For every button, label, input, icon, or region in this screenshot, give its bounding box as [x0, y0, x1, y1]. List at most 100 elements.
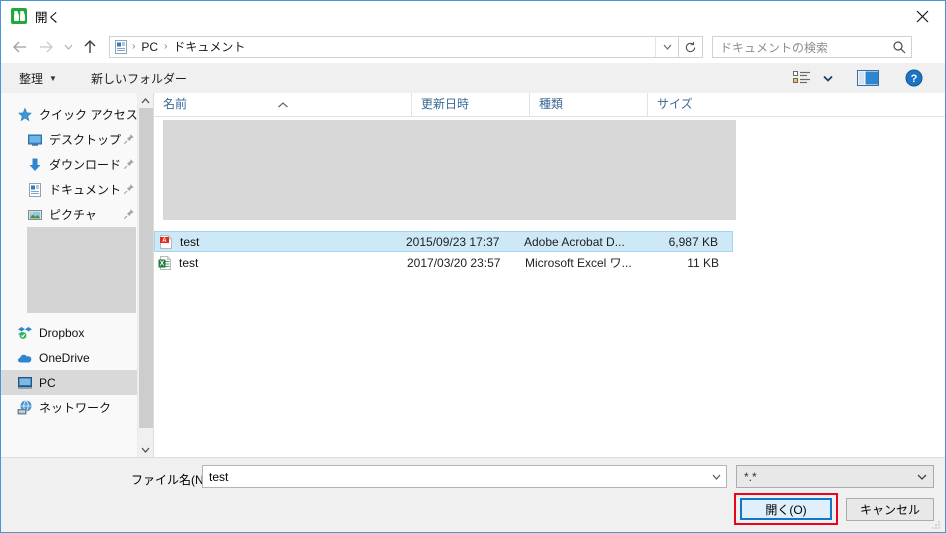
sidebar-item-quick-access[interactable]: クイック アクセス [1, 102, 153, 127]
open-file-dialog: 開く › PC › ドキュメント ドキュメントの検索 整理 ▼ 新しいフォルダー… [0, 0, 946, 533]
file-size-cell: 11 KB [687, 255, 719, 270]
breadcrumb-pc[interactable]: PC [136, 37, 163, 57]
file-name-label: ファイル名(N): [131, 473, 211, 487]
address-bar[interactable]: › PC › ドキュメント [109, 36, 679, 58]
preview-pane-button[interactable] [853, 66, 883, 90]
sidebar-label: デスクトップ [49, 133, 122, 147]
up-button[interactable] [77, 34, 103, 60]
refresh-icon [685, 41, 696, 52]
resize-grip[interactable] [931, 519, 941, 529]
sidebar-item-desktop[interactable]: デスクトップ [1, 127, 153, 152]
forward-button[interactable] [33, 34, 59, 60]
pc-icon [17, 375, 33, 391]
sidebar-label: Dropbox [39, 325, 85, 340]
search-box[interactable]: ドキュメントの検索 [712, 36, 912, 58]
sidebar-label: ネットワーク [39, 401, 112, 415]
breadcrumb-documents[interactable]: ドキュメント [168, 37, 250, 57]
file-name-value[interactable]: test [203, 470, 706, 484]
chevron-down-icon [141, 447, 150, 453]
chevron-down-icon[interactable] [911, 474, 933, 480]
file-rows: A test 2015/09/23 17:37 Adobe Acrobat D.… [154, 231, 945, 273]
pin-icon[interactable] [123, 208, 135, 220]
table-row[interactable]: X test 2017/03/20 23:57 Microsoft Excel … [154, 252, 945, 273]
help-button[interactable]: ? [899, 66, 929, 90]
chevron-up-icon [141, 97, 150, 103]
organize-label: 整理 [19, 71, 44, 86]
file-name-cell: X test [157, 255, 407, 271]
sidebar-item-pictures[interactable]: ピクチャ [1, 202, 153, 227]
sidebar-label: OneDrive [39, 350, 90, 365]
file-type-cell: Microsoft Excel ワ... [525, 256, 632, 270]
network-icon [17, 400, 33, 416]
chevron-down-icon[interactable] [706, 474, 726, 480]
file-type-cell: Adobe Acrobat D... [524, 234, 625, 249]
file-type-filter-dropdown[interactable]: *.* [736, 465, 934, 488]
file-size-cell: 6,987 KB [668, 234, 718, 249]
recent-locations-button[interactable] [59, 34, 77, 60]
scroll-up-button[interactable] [138, 93, 153, 108]
column-label: サイズ [657, 97, 693, 111]
documents-icon [27, 182, 43, 198]
column-header-type[interactable]: 種類 [530, 93, 648, 116]
redacted-region [27, 227, 136, 313]
file-name-input[interactable]: test [202, 465, 727, 488]
sidebar-item-dropbox[interactable]: Dropbox [1, 320, 153, 345]
arrow-right-icon [40, 41, 53, 53]
onedrive-icon [17, 350, 33, 366]
column-label: 名前 [163, 97, 188, 111]
close-button[interactable] [899, 1, 945, 31]
pictures-icon [27, 207, 43, 223]
column-header-name[interactable]: 名前 [154, 93, 412, 116]
file-name: test [179, 255, 199, 270]
navigation-pane: クイック アクセス デスクトップ ダウンロード ドキュメント ピクチャ Drop… [1, 93, 154, 457]
search-input[interactable]: ドキュメントの検索 [713, 39, 887, 56]
help-icon: ? [905, 69, 923, 87]
column-header-size[interactable]: サイズ [648, 93, 728, 116]
pin-icon[interactable] [123, 183, 135, 195]
view-options-button[interactable] [787, 66, 817, 90]
open-button[interactable]: 開く(O) [740, 498, 832, 520]
file-date-cell: 2015/09/23 17:37 [406, 234, 500, 249]
scrollbar-thumb[interactable] [139, 108, 153, 428]
sidebar-item-pc[interactable]: PC [1, 370, 153, 395]
file-date-cell: 2017/03/20 23:57 [407, 255, 501, 270]
file-type-filter-value: *.* [744, 469, 757, 484]
pin-icon[interactable] [123, 133, 135, 145]
organize-button[interactable]: 整理 ▼ [11, 66, 65, 91]
arrow-up-icon [84, 40, 96, 53]
search-icon[interactable] [887, 40, 911, 54]
pdf-file-icon: A [158, 234, 174, 250]
file-name-cell: A test [158, 234, 406, 250]
people-green-icon [11, 8, 27, 24]
arrow-left-icon [13, 41, 26, 53]
file-list-pane: 名前 更新日時 種類 サイズ A test 2015/09/23 17:37 A… [154, 93, 945, 457]
pin-icon[interactable] [123, 158, 135, 170]
preview-pane-icon [857, 70, 879, 86]
sidebar-scrollbar[interactable] [137, 93, 153, 457]
column-header-date[interactable]: 更新日時 [412, 93, 530, 116]
close-icon [916, 10, 928, 22]
sidebar-item-network[interactable]: ネットワーク [1, 395, 153, 420]
sidebar-item-documents[interactable]: ドキュメント [1, 177, 153, 202]
scroll-down-button[interactable] [138, 442, 153, 457]
cancel-button[interactable]: キャンセル [846, 498, 934, 521]
sidebar-label: ダウンロード [49, 158, 122, 172]
sidebar-item-onedrive[interactable]: OneDrive [1, 345, 153, 370]
window-title: 開く [35, 10, 61, 25]
view-dropdown-button[interactable] [817, 66, 839, 90]
file-name: test [180, 234, 200, 249]
table-row[interactable]: A test 2015/09/23 17:37 Adobe Acrobat D.… [154, 231, 733, 252]
sidebar-item-downloads[interactable]: ダウンロード [1, 152, 153, 177]
refresh-button[interactable] [679, 36, 703, 58]
redacted-region [163, 120, 736, 220]
open-button-label: 開く(O) [765, 502, 807, 517]
sidebar-label: PC [39, 375, 56, 390]
cancel-button-label: キャンセル [859, 503, 920, 517]
new-folder-button[interactable]: 新しいフォルダー [83, 66, 195, 91]
chevron-down-icon [823, 75, 833, 82]
column-label: 更新日時 [421, 97, 470, 111]
address-dropdown-button[interactable] [655, 37, 678, 57]
back-button[interactable] [7, 34, 33, 60]
svg-text:A: A [162, 238, 167, 244]
open-button-highlight: 開く(O) [734, 493, 838, 525]
